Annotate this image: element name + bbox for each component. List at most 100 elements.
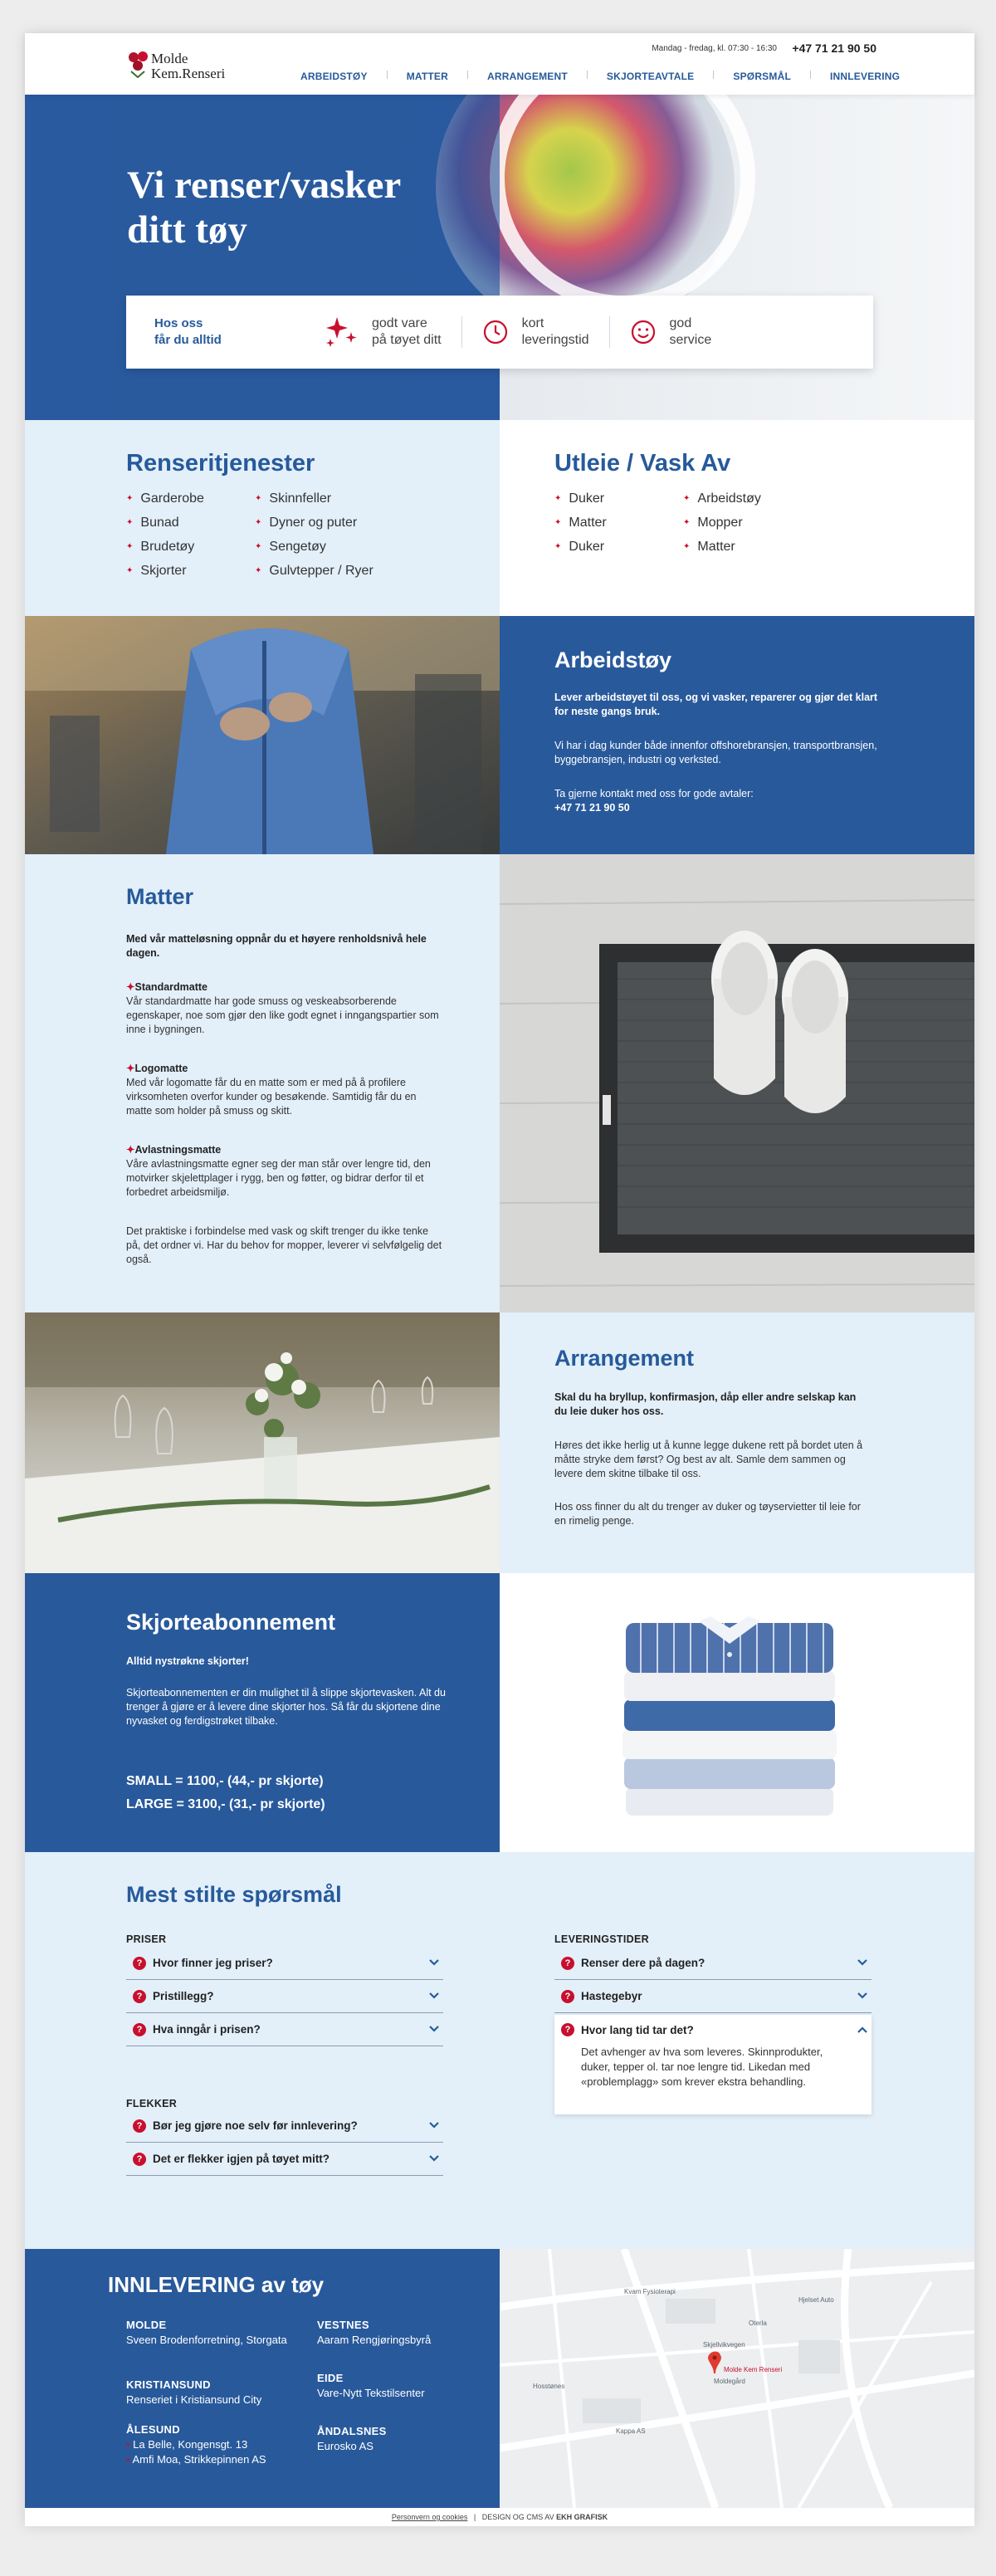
- events-text-2: Hos oss finner du alt du trenger av duke…: [554, 1501, 861, 1527]
- star-bullet-icon: ✦: [126, 1144, 135, 1156]
- benefit-care-line-1: godt vare: [372, 316, 427, 330]
- benefits-intro-line-2: får du alltid: [154, 333, 222, 347]
- mat-type-title: Standardmatte: [134, 981, 208, 993]
- nav-matter[interactable]: Matter: [407, 71, 448, 82]
- workwear-lead: Lever arbeidstøyet til oss, og vi vasker…: [554, 692, 878, 717]
- logo-roses-icon[interactable]: [126, 50, 151, 78]
- star-bullet-icon: ✦: [126, 1063, 135, 1074]
- rental-title: Utleie / Vask Av: [554, 450, 731, 477]
- bullet-icon: •: [126, 2438, 134, 2451]
- hero-title-line-1: Vi renser/vasker: [127, 164, 402, 207]
- question-icon: ?: [133, 2119, 146, 2133]
- mats-outro: Det praktiske i forbindelse med vask og …: [126, 1225, 442, 1265]
- location-label: KRISTIANSUND: [126, 2378, 211, 2391]
- location-value: Amfi Moa, Strikkepinnen AS: [132, 2453, 266, 2466]
- list-item: Mopper: [683, 511, 761, 535]
- location-map[interactable]: Kvam Fysioterapi Skjellvikvegen Hosstøne…: [500, 2249, 974, 2508]
- map-label: Kappa AS: [616, 2427, 646, 2435]
- shirt-subscription-section: Skjorteabonnement Alltid nystrøkne skjor…: [25, 1573, 974, 1852]
- delivery-location-alesund: ÅLESUND • La Belle, Kongensgt. 13 • Amfi…: [126, 2423, 325, 2467]
- faq-section: Mest stilte spørsmål PRISER ? Hvor finner…: [25, 1852, 974, 2249]
- map-label: Skjellvikvegen: [703, 2341, 745, 2349]
- hero-blue-overlay: [25, 95, 500, 420]
- question-icon: ?: [561, 1956, 574, 1970]
- question-icon: ?: [561, 1989, 574, 2003]
- delivery-location-kristiansund: KRISTIANSUND Renseriet i Kristiansund Ci…: [126, 2378, 309, 2407]
- faq-question-open[interactable]: ? Hvor lang tid tar det? Det avhenger av…: [554, 2015, 872, 2114]
- faq-title: Mest stilte spørsmål: [126, 1882, 342, 1907]
- chevron-down-icon: [429, 1959, 439, 1966]
- mats-text-panel: Matter Med vår matteløsning oppnår du et…: [25, 854, 500, 1312]
- nav-innlevering[interactable]: Innlevering: [830, 71, 900, 82]
- events-title: Arrangement: [554, 1346, 695, 1371]
- faq-question[interactable]: ? Hva inngår i prisen?: [126, 2013, 443, 2046]
- question-icon: ?: [133, 1956, 146, 1970]
- map-label: Kvam Fysioterapi: [624, 2288, 676, 2295]
- delivery-location-vestnes: VESTNES Aaram Rengjøringsbyrå: [317, 2319, 483, 2348]
- faq-question[interactable]: ? Hastegebyr: [554, 1980, 872, 2013]
- nav-arrangement[interactable]: Arrangement: [487, 71, 568, 82]
- faq-question[interactable]: ? Renser dere på dagen?: [554, 1947, 872, 1980]
- location-value: Eurosko AS: [317, 2440, 374, 2452]
- dry-cleaning-list-1: Garderobe Bunad Brudetøy Skjorter: [126, 486, 204, 583]
- clock-icon: [483, 320, 507, 345]
- benefit-service-line-1: god: [669, 316, 692, 330]
- workwear-contact-text: Ta gjerne kontakt med oss for gode avtal…: [554, 788, 754, 799]
- faq-question-text: Renser dere på dagen?: [581, 1957, 706, 1969]
- price-large: LARGE = 3100,- (31,- pr skjorte): [126, 1797, 325, 1811]
- nav-arbeidstoy[interactable]: Arbeidstøy: [300, 71, 368, 82]
- mat-type-text: Våre avlastningsmatte egner seg der man …: [126, 1158, 431, 1198]
- mat-type-standard: ✦Standardmatte Vår standardmatte har god…: [126, 980, 445, 1037]
- faq-question[interactable]: ? Bør jeg gjøre noe selv før innlevering?: [126, 2109, 443, 2143]
- faq-question[interactable]: ? Hvor finner jeg priser?: [126, 1947, 443, 1980]
- benefit-delivery-line-2: leveringstid: [521, 333, 589, 347]
- dry-cleaning-title: Renseritjenester: [126, 450, 315, 477]
- benefit-delivery-line-1: kort: [521, 316, 544, 330]
- nav-sporsmal[interactable]: Spørsmål: [733, 71, 791, 82]
- benefit-divider: [608, 316, 610, 348]
- benefit-delivery: kort leveringstid: [482, 315, 589, 349]
- privacy-link[interactable]: Personvern og cookies: [392, 2513, 468, 2521]
- list-item: Skjorter: [126, 559, 204, 583]
- events-text-1: Høres det ikke herlig ut å kunne legge d…: [554, 1440, 863, 1479]
- faq-group-heading: FLEKKER: [126, 2098, 178, 2109]
- map-label: Hjelset Auto: [798, 2296, 834, 2304]
- faq-question[interactable]: ? Pristillegg?: [126, 1980, 443, 2013]
- credit-link[interactable]: EKH GRAFISK: [556, 2513, 608, 2521]
- benefit-divider: [461, 316, 462, 348]
- logo-wordmark[interactable]: Molde Kem.Renseri: [151, 51, 225, 81]
- location-label: ÅLESUND: [126, 2423, 180, 2436]
- rental-list-2: Arbeidstøy Mopper Matter: [683, 486, 761, 559]
- benefit-service: god service: [630, 315, 711, 349]
- delivery-title: INNLEVERING av tøy: [108, 2272, 325, 2297]
- credit-prefix: DESIGN OG CMS AV: [481, 2513, 554, 2521]
- list-item: Duker: [554, 535, 607, 559]
- sparkle-icon: [326, 317, 357, 347]
- smiley-icon: [631, 320, 655, 345]
- workwear-photo: [25, 616, 500, 854]
- faq-question-text: Det er flekker igjen på tøyet mitt?: [153, 2153, 330, 2165]
- workwear-phone[interactable]: +47 71 21 90 50: [554, 801, 630, 815]
- doormat-slippers-photo: [500, 854, 974, 1312]
- header-phone[interactable]: +47 71 21 90 50: [792, 42, 876, 55]
- list-item: Gulvtepper / Ryer: [255, 559, 373, 583]
- chevron-down-icon: [429, 2026, 439, 2032]
- faq-question[interactable]: ? Det er flekker igjen på tøyet mitt?: [126, 2143, 443, 2176]
- nav-skjorteavtale[interactable]: Skjorteavtale: [607, 71, 695, 82]
- shirt-subscription-text: Skjorteabonnementen er din mulighet til …: [126, 1687, 446, 1727]
- location-value: Aaram Rengjøringsbyrå: [317, 2334, 432, 2346]
- price-small: SMALL = 1100,- (44,- pr skjorte): [126, 1774, 324, 1788]
- faq-question-text: Hva inngår i prisen?: [153, 2023, 261, 2036]
- delivery-location-eide: EIDE Vare-Nytt Tekstilsenter: [317, 2372, 483, 2401]
- site-header: Molde Kem.Renseri Mandag - fredag, kl. 0…: [25, 33, 974, 95]
- map-label: Molde Kem Renseri: [724, 2366, 782, 2373]
- mats-title: Matter: [126, 884, 194, 909]
- delivery-location-andalsnes: ÅNDALSNES Eurosko AS: [317, 2425, 483, 2454]
- mat-type-title: Avlastningsmatte: [134, 1144, 222, 1156]
- site-footer: Personvern og cookies | DESIGN OG CMS AV…: [25, 2508, 974, 2526]
- question-icon: ?: [133, 1989, 146, 2003]
- benefits-intro-line-1: Hos oss: [154, 316, 203, 330]
- list-item: Sengetøy: [255, 535, 374, 559]
- hero: Vi renser/vasker ditt tøy Hos oss får du…: [25, 95, 974, 420]
- rental-panel: Utleie / Vask Av Duker Matter Duker Arbe…: [500, 420, 974, 616]
